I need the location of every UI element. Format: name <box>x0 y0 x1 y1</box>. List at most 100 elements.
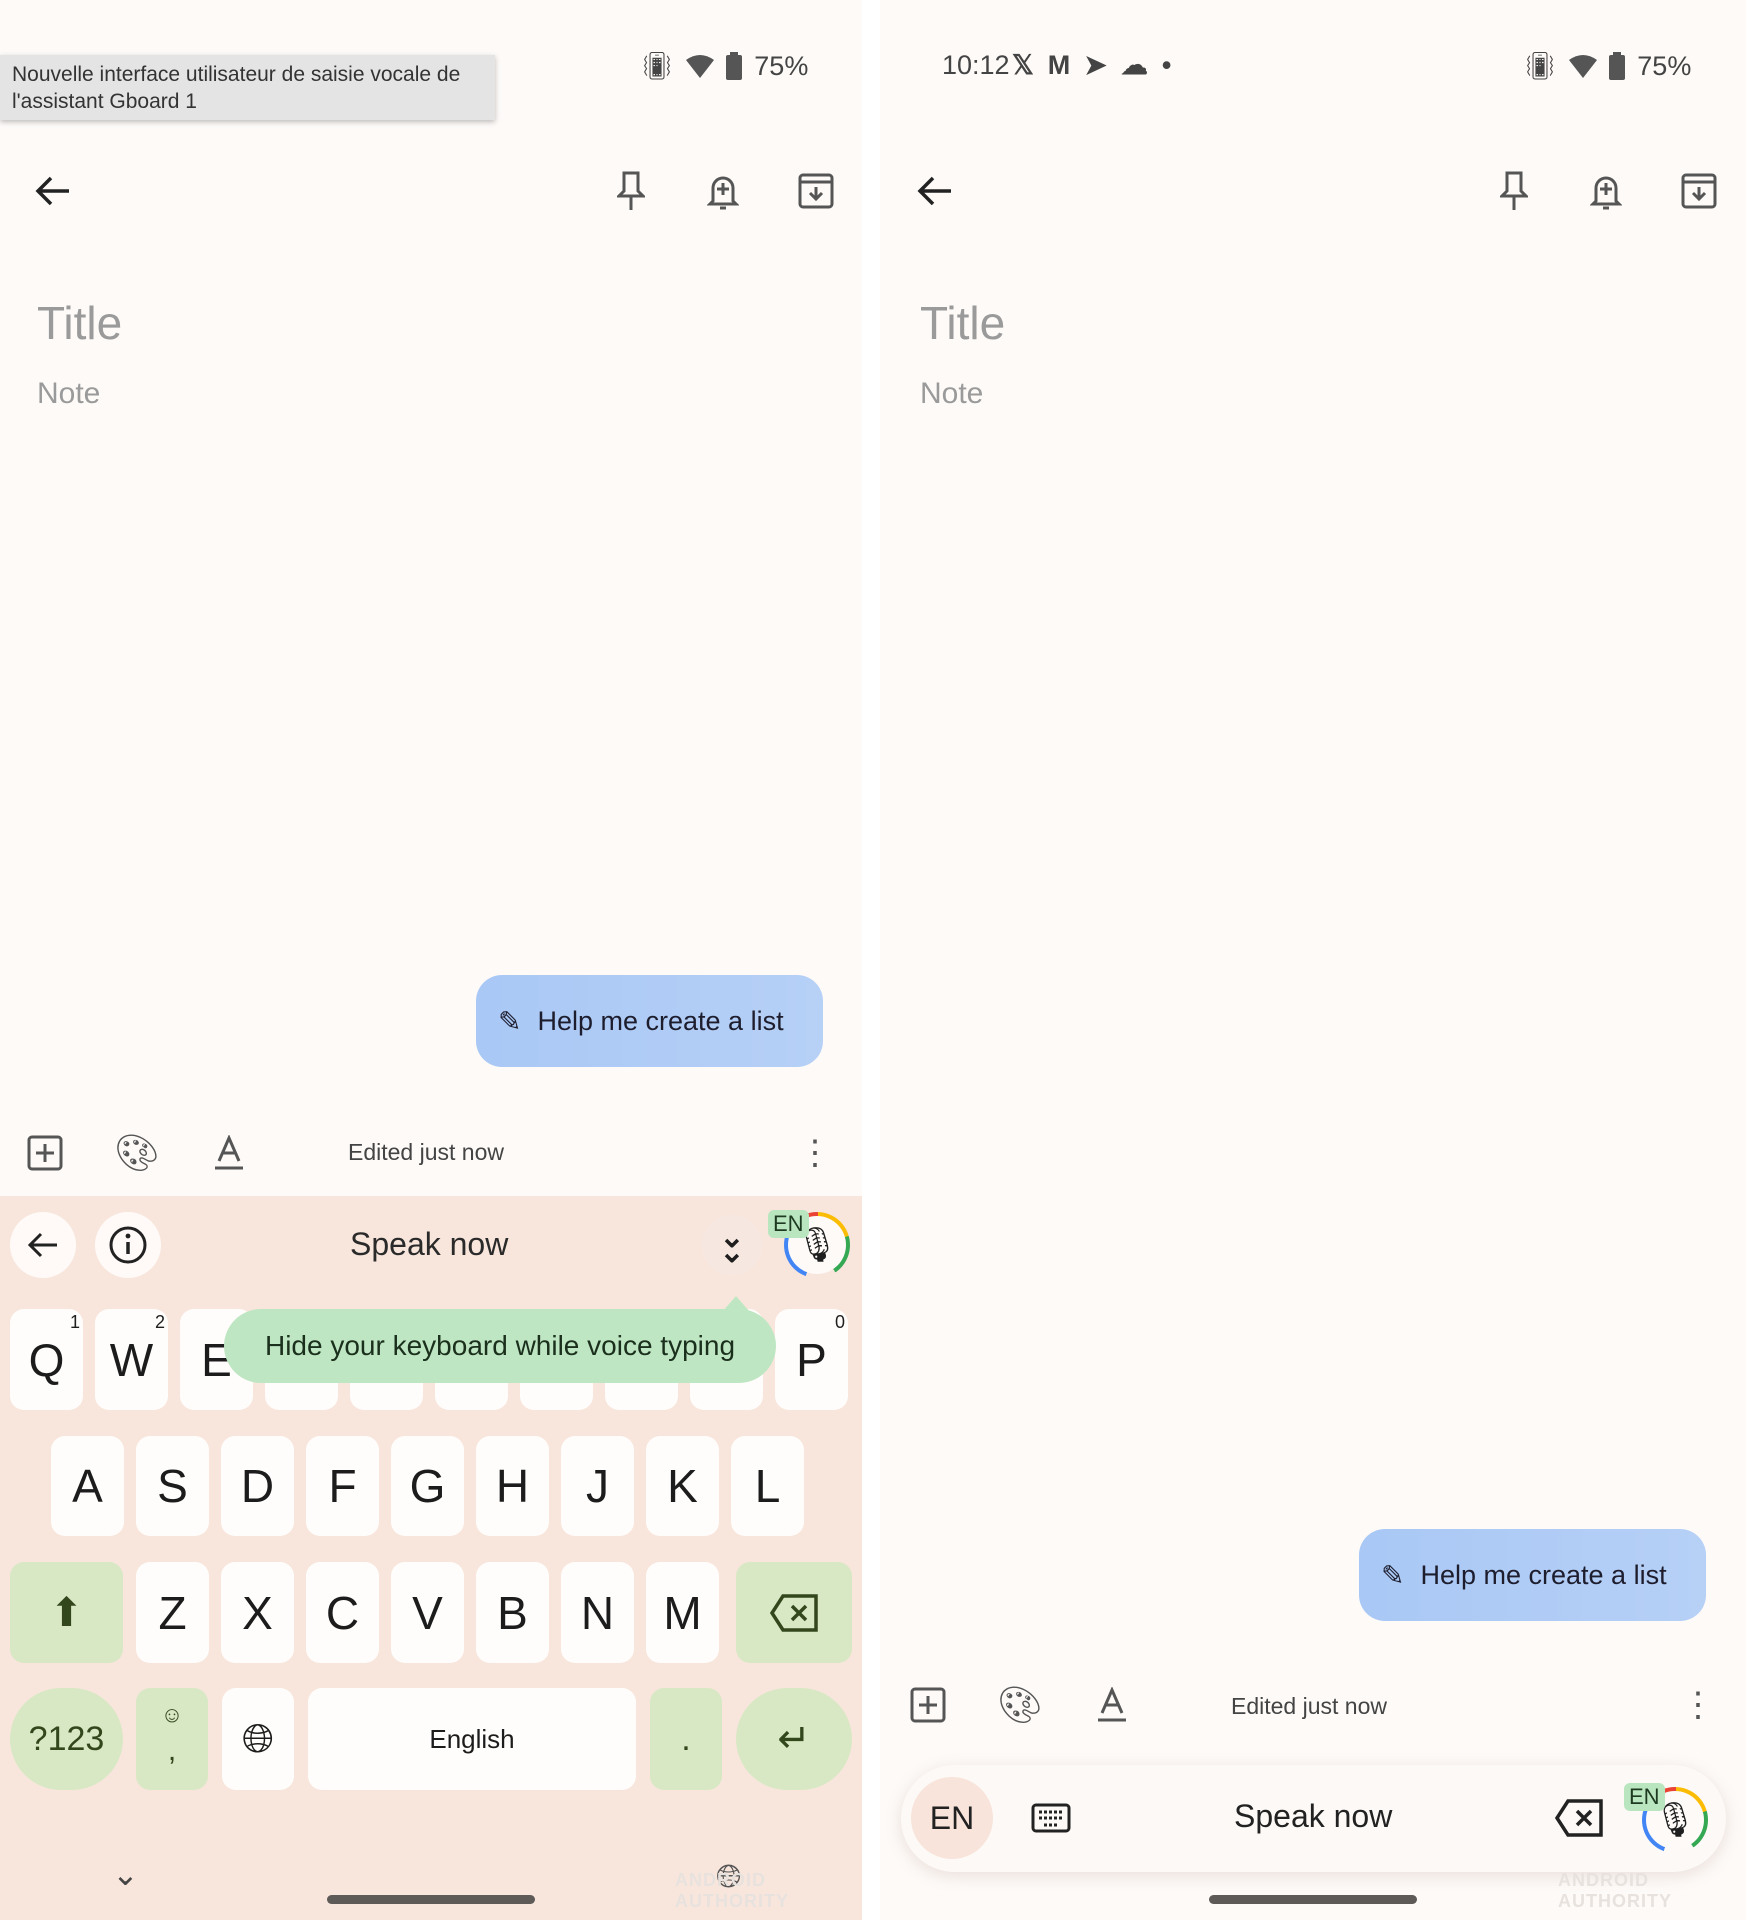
emoji-comma-key[interactable]: ☺, <box>136 1688 208 1790</box>
help-me-create-list-button[interactable]: ✎ Help me create a list <box>476 975 823 1067</box>
symbols-key[interactable]: ?123 <box>10 1688 123 1790</box>
pin-button[interactable] <box>1491 168 1537 214</box>
key-z[interactable]: Z <box>136 1562 209 1663</box>
text-format-button[interactable] <box>1089 1682 1135 1728</box>
archive-button[interactable] <box>1676 168 1722 214</box>
more-vert-icon: ⋮ <box>798 1134 832 1172</box>
add-button[interactable] <box>22 1130 68 1176</box>
comma-label: , <box>167 1734 177 1767</box>
globe-key[interactable]: 🌐︎ <box>222 1688 294 1790</box>
key-j[interactable]: J <box>561 1436 634 1536</box>
key-l[interactable]: L <box>731 1436 804 1536</box>
help-me-create-list-button[interactable]: ✎ Help me create a list <box>1359 1529 1706 1621</box>
arrow-left-icon <box>27 1232 57 1258</box>
vibrate-icon: 📳︎ <box>640 51 675 81</box>
enter-key[interactable]: ↵ <box>736 1688 852 1790</box>
more-notifications-dot: • <box>1161 50 1172 80</box>
key-hint: 0 <box>835 1312 846 1332</box>
battery-icon <box>726 52 743 80</box>
emoji-icon: ☺ <box>160 1702 184 1727</box>
key-k[interactable]: K <box>646 1436 719 1536</box>
key-c[interactable]: C <box>306 1562 379 1663</box>
language-badge: EN <box>768 1210 809 1238</box>
back-button[interactable] <box>912 168 958 214</box>
gmail-icon: M <box>1047 50 1071 80</box>
archive-icon <box>798 173 834 209</box>
edited-status: Edited just now <box>348 1139 504 1165</box>
archive-icon <box>1681 173 1717 209</box>
show-keyboard-button[interactable] <box>1028 1795 1074 1841</box>
note-field[interactable]: Note <box>37 377 100 411</box>
wifi-icon <box>686 55 715 78</box>
speak-now-label: Speak now <box>350 1226 509 1262</box>
title-field[interactable]: Title <box>37 296 122 350</box>
nav-handle[interactable] <box>327 1895 535 1904</box>
arrow-left-icon <box>35 176 69 206</box>
key-g[interactable]: G <box>391 1436 464 1536</box>
key-v[interactable]: V <box>391 1562 464 1663</box>
back-button[interactable] <box>30 168 76 214</box>
right-screen: 10:12 𝕏 M ➤ ☁ • 📳︎ 75% Title Note ✎ Help me … <box>880 0 1746 1920</box>
palette-icon: 🎨︎ <box>997 1684 1043 1725</box>
archive-button[interactable] <box>793 168 839 214</box>
status-icons: 📳︎ 75% <box>1523 50 1691 82</box>
pin-icon <box>617 171 645 210</box>
enter-icon: ↵ <box>777 1717 811 1761</box>
key-s[interactable]: S <box>136 1436 209 1536</box>
title-field[interactable]: Title <box>920 296 1005 350</box>
shift-key[interactable]: ⬆ <box>10 1562 123 1663</box>
voice-typing-tooltip[interactable]: Hide your keyboard while voice typing <box>224 1309 776 1383</box>
key-m[interactable]: M <box>646 1562 719 1663</box>
wifi-icon <box>1569 55 1598 78</box>
help-button-label: Help me create a list <box>1420 1559 1667 1590</box>
key-n[interactable]: N <box>561 1562 634 1663</box>
shift-icon: ⬆ <box>49 1590 84 1635</box>
more-options-button[interactable]: ⋮ <box>1675 1682 1721 1728</box>
key-x[interactable]: X <box>221 1562 294 1663</box>
text-format-icon <box>215 1135 243 1170</box>
reminder-button[interactable] <box>700 168 746 214</box>
key-a[interactable]: A <box>51 1436 124 1536</box>
hide-keyboard-button[interactable]: ⌄ ⌄ <box>702 1215 762 1275</box>
voice-back-button[interactable] <box>10 1212 76 1278</box>
text-format-button[interactable] <box>206 1130 252 1176</box>
add-box-icon <box>27 1135 63 1171</box>
info-button[interactable] <box>95 1212 161 1278</box>
palette-button[interactable]: 🎨︎ <box>997 1682 1043 1728</box>
magic-wand-icon: ✎ <box>498 1005 522 1037</box>
palette-icon: 🎨︎ <box>114 1132 160 1173</box>
watermark: ANDROID AUTHORITY <box>675 1870 789 1911</box>
status-icons: 📳︎ 75% <box>640 50 808 82</box>
period-key[interactable]: . <box>650 1688 722 1790</box>
more-options-button[interactable]: ⋮ <box>792 1130 838 1176</box>
status-time: 10:12 <box>942 50 1010 80</box>
note-field[interactable]: Note <box>920 377 983 411</box>
key-d[interactable]: D <box>221 1436 294 1536</box>
magic-wand-icon: ✎ <box>1381 1559 1405 1591</box>
info-icon <box>109 1226 147 1264</box>
language-button[interactable]: EN <box>911 1777 993 1859</box>
left-screen: 📳︎ 75% Nouvelle interface utilisateur de… <box>0 0 862 1920</box>
battery-level: 75% <box>754 50 809 81</box>
backspace-key[interactable] <box>736 1562 852 1663</box>
pin-button[interactable] <box>608 168 654 214</box>
reminder-button[interactable] <box>1583 168 1629 214</box>
nav-handle[interactable] <box>1209 1895 1417 1904</box>
backspace-button[interactable] <box>1554 1795 1604 1841</box>
palette-button[interactable]: 🎨︎ <box>114 1130 160 1176</box>
key-h[interactable]: H <box>476 1436 549 1536</box>
collapse-keyboard-button[interactable]: ⌄ <box>112 1855 139 1893</box>
key-f[interactable]: F <box>306 1436 379 1536</box>
globe-icon: 🌐︎ <box>242 1716 274 1761</box>
battery-level: 75% <box>1637 50 1692 81</box>
space-key[interactable]: English <box>308 1688 636 1790</box>
key-b[interactable]: B <box>476 1562 549 1663</box>
watermark: ANDROID AUTHORITY <box>1558 1870 1672 1911</box>
bell-plus-icon <box>1590 176 1622 210</box>
add-button[interactable] <box>905 1682 951 1728</box>
x-icon: 𝕏 <box>1012 50 1034 80</box>
language-badge: EN <box>1624 1783 1665 1811</box>
arrow-left-icon <box>917 176 951 206</box>
edited-status: Edited just now <box>1231 1693 1387 1719</box>
more-vert-icon: ⋮ <box>1681 1686 1715 1724</box>
